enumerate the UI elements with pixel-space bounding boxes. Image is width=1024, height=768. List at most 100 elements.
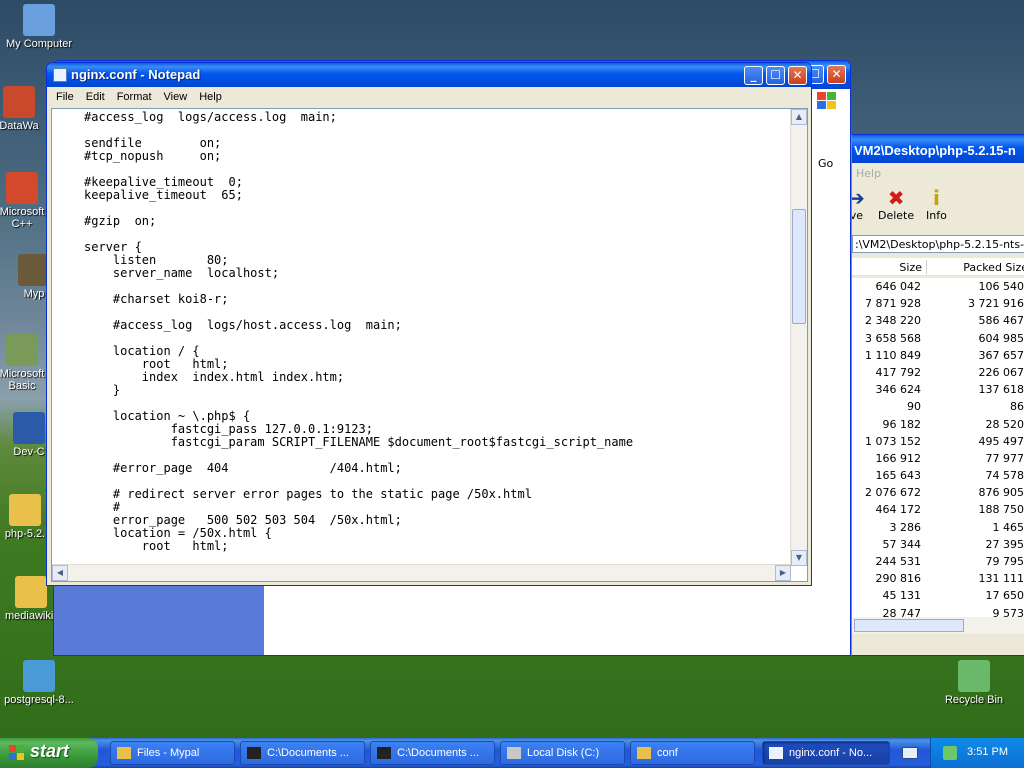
cell-size: 166 912 [875, 451, 922, 465]
scroll-right-icon[interactable]: ▶ [775, 565, 791, 581]
table-row[interactable]: 346 624 137 618 [852, 381, 1024, 398]
menu-format[interactable]: Format [111, 88, 158, 103]
folder-icon [9, 494, 41, 526]
cell-packed-size: 131 111 [978, 572, 1024, 586]
desktop-icon-recycle-bin[interactable]: Recycle Bin [935, 660, 1013, 706]
code-line: } [84, 383, 121, 397]
desktop-icon-label: Recycle Bin [944, 694, 1004, 706]
cell-size: 7 871 928 [865, 297, 921, 311]
text-editor[interactable]: #access_log logs/access.log main; sendfil… [51, 108, 808, 582]
sevenzip-delete-button[interactable]: ✖ Delete [878, 187, 914, 222]
desktop-icon-label: Microsoft C++ [0, 206, 45, 230]
table-row[interactable]: 96 182 28 520 [852, 416, 1024, 433]
code-line: index index.html index.htm; [84, 370, 345, 384]
clock[interactable]: 3:51 PM [967, 746, 1008, 758]
notepad-window[interactable]: nginx.conf - Notepad _ ☐ ✕ File Edit Forma… [46, 62, 812, 586]
taskbar-item-local-disk[interactable]: Local Disk (C:) [500, 741, 625, 765]
table-row[interactable]: 464 172 188 750 [852, 501, 1024, 518]
sevenzip-path-field[interactable]: :\VM2\Desktop\php-5.2.15-nts-Win3 [852, 235, 1024, 253]
explorer-go-button[interactable]: Go [818, 157, 833, 170]
sevenzip-hscrollbar[interactable] [852, 617, 1024, 634]
folder-icon [117, 747, 131, 759]
table-row[interactable]: 166 912 77 977 [852, 450, 1024, 467]
sevenzip-column-header: Size Packed Size [852, 258, 1024, 276]
table-row[interactable]: 3 658 568 604 985 [852, 330, 1024, 347]
menu-help[interactable]: Help [193, 88, 228, 103]
cell-packed-size: 604 985 [978, 331, 1024, 345]
code-line: #access_log logs/access.log main; [84, 111, 337, 124]
cell-size: 165 643 [875, 469, 922, 483]
sevenzip-info-button[interactable]: i Info [926, 187, 947, 222]
explorer-close-button[interactable]: ✕ [827, 65, 846, 84]
7zip-icon [377, 747, 391, 759]
menu-file[interactable]: File [50, 88, 80, 103]
sevenzip-move-button[interactable]: ➔ ve [852, 187, 865, 222]
table-row[interactable]: 2 348 220 586 467 [852, 312, 1024, 329]
table-row[interactable]: 7 871 928 3 721 916 [852, 295, 1024, 312]
sevenzip-menu-help[interactable]: Help [852, 164, 1024, 182]
cell-size: 90 [907, 400, 921, 414]
code-line: #gzip on; [84, 214, 157, 228]
app-icon [6, 334, 38, 366]
table-row[interactable]: 417 792 226 067 [852, 364, 1024, 381]
maximize-button[interactable]: ☐ [766, 66, 785, 85]
folder-icon [637, 747, 651, 759]
scroll-thumb[interactable] [792, 209, 806, 324]
table-row[interactable]: 1 110 849 367 657 [852, 347, 1024, 364]
editor-content[interactable]: #access_log logs/access.log main; sendfil… [84, 111, 804, 563]
horizontal-scrollbar[interactable]: ◀ ▶ [52, 564, 791, 581]
notepad-titlebar[interactable]: nginx.conf - Notepad [47, 63, 811, 87]
code-line: # redirect server error pages to the sta… [84, 487, 532, 501]
table-row[interactable]: 165 643 74 578 [852, 467, 1024, 484]
code-line: #access_log logs/host.access.log main; [84, 318, 402, 332]
desktop-icon-my-computer[interactable]: My Computer [0, 4, 78, 50]
code-line: server_name localhost; [84, 266, 280, 280]
scroll-down-icon[interactable]: ▼ [791, 550, 807, 566]
cell-size: 57 344 [882, 537, 922, 551]
sevenzip-window[interactable]: VM2\Desktop\php-5.2.15-n Help ➔ ve ✖ Del… [851, 134, 1024, 656]
cell-size: 244 531 [875, 555, 922, 568]
table-row[interactable]: 1 073 152 495 497 [852, 433, 1024, 450]
table-row[interactable]: 244 531 79 795 [852, 553, 1024, 570]
taskbar-item-conf[interactable]: conf [630, 741, 755, 765]
menu-view[interactable]: View [158, 88, 194, 103]
sevenzip-title[interactable]: VM2\Desktop\php-5.2.15-n [852, 135, 1024, 163]
cell-packed-size: 77 977 [985, 451, 1024, 465]
table-row[interactable]: 45 131 17 650 [852, 587, 1024, 604]
table-row[interactable]: 3 286 1 465 [852, 519, 1024, 536]
close-button[interactable]: ✕ [788, 66, 807, 85]
cell-packed-size: 876 905 [978, 486, 1024, 500]
start-button[interactable]: start [0, 738, 98, 768]
menu-edit[interactable]: Edit [80, 88, 111, 103]
taskbar-item-7zip-2[interactable]: C:\Documents ... [370, 741, 495, 765]
scroll-up-icon[interactable]: ▲ [791, 109, 807, 125]
vertical-scrollbar[interactable]: ▲ ▼ [790, 109, 807, 566]
table-row[interactable]: 57 344 27 395 [852, 536, 1024, 553]
keyboard-icon[interactable] [902, 747, 918, 759]
installer-icon [23, 660, 55, 692]
notepad-icon [53, 68, 67, 82]
cell-packed-size: 1 465 [992, 520, 1024, 534]
cell-size: 45 131 [882, 589, 922, 603]
taskbar-item-files-mypal[interactable]: Files - Mypal [110, 741, 235, 765]
taskbar-item-7zip-1[interactable]: C:\Documents ... [240, 741, 365, 765]
windows-logo-icon [816, 91, 838, 111]
table-row[interactable]: 646 042 106 540 [852, 278, 1024, 295]
taskbar-item-notepad[interactable]: nginx.conf - No... [762, 741, 890, 765]
cell-size: 96 182 [882, 417, 922, 431]
network-icon[interactable] [943, 746, 957, 760]
desktop-icon-postgresql[interactable]: postgresql-8... [0, 660, 78, 706]
column-packed-size[interactable]: Packed Size [963, 261, 1024, 274]
table-row[interactable]: 290 816 131 111 [852, 570, 1024, 587]
minimize-button[interactable]: _ [744, 66, 763, 85]
table-row[interactable]: 2 076 672 876 905 [852, 484, 1024, 501]
menu-bar: File Edit Format View Help [50, 88, 808, 107]
desktop-icon-label: postgresql-8... [4, 694, 74, 706]
cell-packed-size: 27 395 [985, 537, 1024, 551]
cell-size: 646 042 [875, 280, 922, 293]
taskbar: start Files - Mypal C:\Documents ... C:\… [0, 738, 1024, 768]
column-size[interactable]: Size [899, 261, 922, 274]
cell-size: 464 172 [875, 503, 922, 517]
scroll-left-icon[interactable]: ◀ [52, 565, 68, 581]
table-row[interactable]: 90 86 [852, 398, 1024, 415]
